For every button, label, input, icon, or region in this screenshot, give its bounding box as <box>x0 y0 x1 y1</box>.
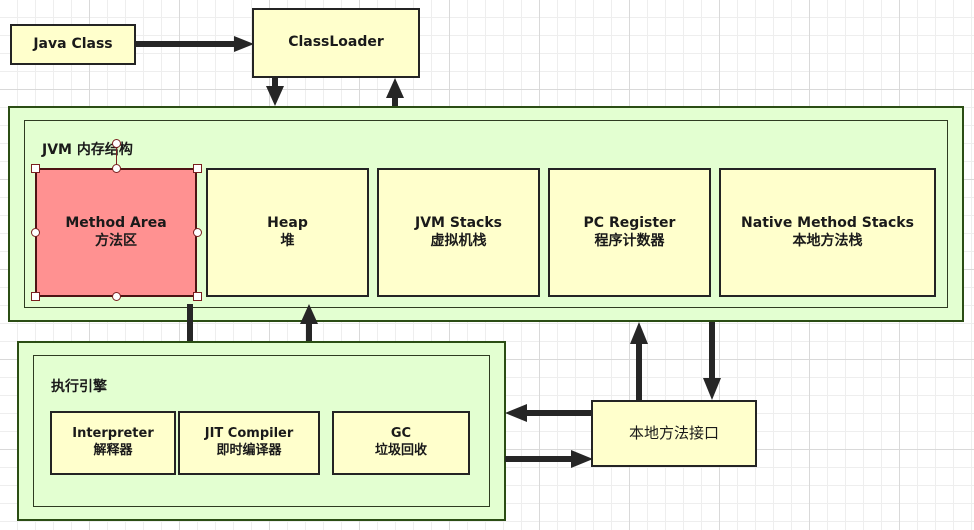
container-execution-engine-label: 执行引擎 <box>51 379 107 395</box>
component-jit-compiler-text: JIT Compiler 即时编译器 <box>205 426 294 459</box>
region-jvm-stacks-label-en: JVM Stacks <box>414 214 502 231</box>
resize-handle-s[interactable] <box>112 292 121 301</box>
region-pc-register[interactable]: PC Register 程序计数器 <box>548 168 711 297</box>
arrow-memory-to-native-interface <box>702 322 722 400</box>
resize-handle-nw[interactable] <box>31 164 40 173</box>
component-interpreter-text: Interpreter 解释器 <box>72 426 154 459</box>
region-native-method-stacks-text: Native Method Stacks 本地方法栈 <box>741 215 914 251</box>
region-pc-register-label-en: PC Register <box>583 214 676 231</box>
region-heap[interactable]: Heap 堆 <box>206 168 369 297</box>
component-interpreter-label-en: Interpreter <box>72 426 154 442</box>
arrow-native-interface-to-execution-engine <box>505 404 593 422</box>
node-java-class[interactable]: Java Class <box>10 24 136 65</box>
region-jvm-stacks[interactable]: JVM Stacks 虚拟机栈 <box>377 168 540 297</box>
region-native-method-stacks-label-zh: 本地方法栈 <box>792 232 863 249</box>
region-method-area-label-en: Method Area <box>65 214 167 231</box>
component-jit-compiler-label-en: JIT Compiler <box>204 426 294 442</box>
component-jit-compiler-label-zh: 即时编译器 <box>216 443 282 458</box>
component-interpreter-label-zh: 解释器 <box>93 443 133 458</box>
region-heap-label-en: Heap <box>267 214 308 231</box>
connector-endpoint[interactable] <box>112 139 121 148</box>
node-java-class-label: Java Class <box>33 35 113 52</box>
arrow-classloader-to-memory <box>265 78 285 106</box>
arrow-memory-to-classloader <box>385 78 405 106</box>
region-jvm-stacks-label-zh: 虚拟机栈 <box>430 232 487 249</box>
region-heap-text: Heap 堆 <box>267 215 308 251</box>
arrow-java-class-to-classloader <box>136 36 254 52</box>
arrow-execution-engine-to-native-interface <box>505 450 593 468</box>
resize-handle-w[interactable] <box>31 228 40 237</box>
region-native-method-stacks-label-en: Native Method Stacks <box>741 214 914 231</box>
region-heap-label-zh: 堆 <box>280 232 295 249</box>
resize-handle-se[interactable] <box>193 292 202 301</box>
component-gc[interactable]: GC 垃圾回收 <box>332 411 470 475</box>
component-interpreter[interactable]: Interpreter 解释器 <box>50 411 176 475</box>
region-method-area[interactable]: Method Area 方法区 <box>35 168 197 297</box>
resize-handle-ne[interactable] <box>193 164 202 173</box>
region-native-method-stacks[interactable]: Native Method Stacks 本地方法栈 <box>719 168 936 297</box>
region-jvm-stacks-text: JVM Stacks 虚拟机栈 <box>415 215 502 251</box>
region-method-area-text: Method Area 方法区 <box>65 215 166 251</box>
resize-handle-e[interactable] <box>193 228 202 237</box>
component-gc-label-en: GC <box>390 426 412 442</box>
node-class-loader[interactable]: ClassLoader <box>252 8 420 78</box>
arrow-native-interface-to-memory <box>629 322 649 400</box>
node-native-method-interface-label: 本地方法接口 <box>628 423 719 442</box>
resize-handle-sw[interactable] <box>31 292 40 301</box>
component-gc-text: GC 垃圾回收 <box>375 426 427 459</box>
node-native-method-interface[interactable]: 本地方法接口 <box>591 400 757 467</box>
region-pc-register-text: PC Register 程序计数器 <box>584 215 676 251</box>
component-gc-label-zh: 垃圾回收 <box>374 443 427 458</box>
resize-handle-n[interactable] <box>112 164 121 173</box>
node-class-loader-label: ClassLoader <box>288 34 384 51</box>
component-jit-compiler[interactable]: JIT Compiler 即时编译器 <box>178 411 320 475</box>
region-pc-register-label-zh: 程序计数器 <box>594 232 665 249</box>
region-method-area-label-zh: 方法区 <box>95 232 137 249</box>
diagram-canvas: Java Class ClassLoader JVM 内存结构 Method A… <box>0 0 974 530</box>
